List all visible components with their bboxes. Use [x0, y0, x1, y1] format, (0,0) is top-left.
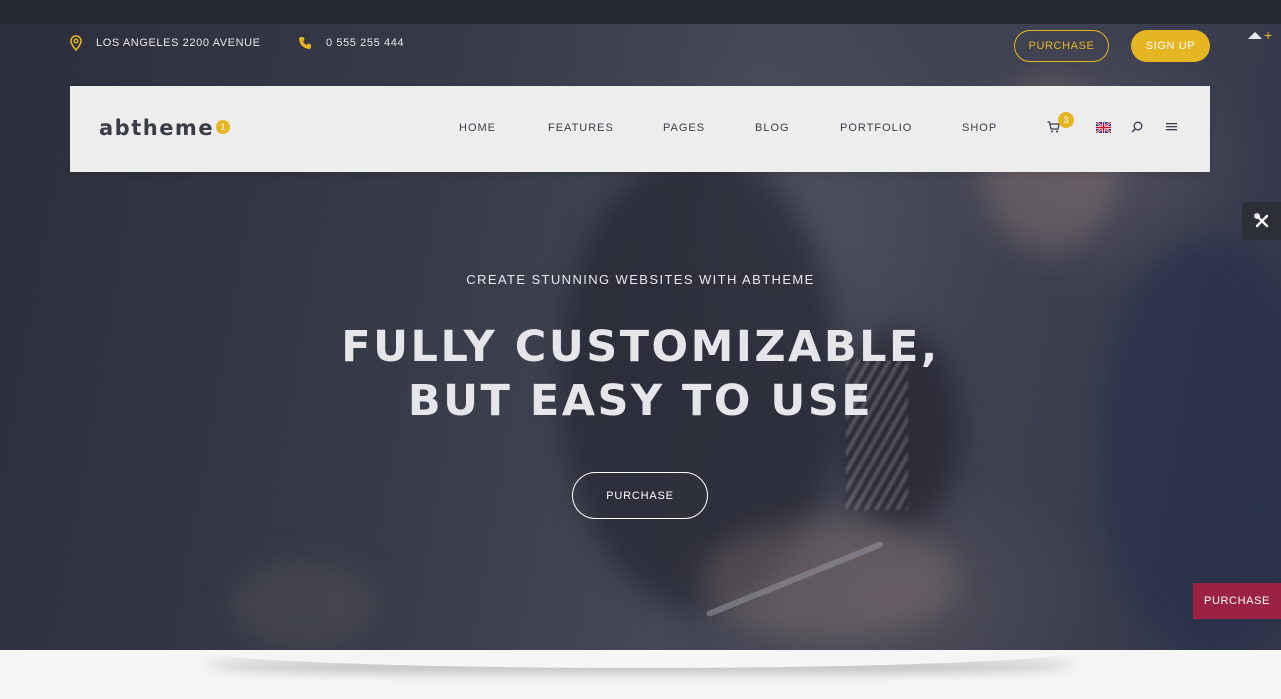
topbar-phone-text: 0 555 255 444 [326, 37, 405, 49]
logo-badge: 1 [216, 120, 230, 134]
hero-subtitle: CREATE STUNNING WEBSITES WITH ABTHEME [466, 272, 815, 287]
topbar-purchase-button[interactable]: PURCHASE [1014, 30, 1109, 62]
hamburger-menu-icon[interactable] [1166, 121, 1177, 132]
nav-item-features[interactable]: FEATURES [548, 122, 614, 134]
topbar-signup-button[interactable]: SIGN UP [1131, 30, 1210, 62]
hero-photo-shape [700, 520, 960, 640]
tools-icon[interactable] [1242, 202, 1281, 240]
nav-item-shop[interactable]: SHOP [962, 122, 997, 134]
side-purchase-button[interactable]: PURCHASE [1193, 583, 1281, 619]
topbar-address: LOS ANGELES 2200 AVENUE [70, 34, 261, 52]
topbar-phone: 0 555 255 444 [298, 34, 404, 52]
browser-top-strip [0, 0, 1281, 24]
topbar-address-text: LOS ANGELES 2200 AVENUE [96, 37, 261, 49]
hero-purchase-button[interactable]: PURCHASE [572, 472, 708, 519]
site-logo[interactable]: abtheme [99, 116, 214, 140]
main-navigation: abtheme 1 HOME FEATURES PAGES BLOG PORTF… [70, 86, 1210, 172]
phone-icon [299, 37, 311, 49]
uk-flag-icon[interactable] [1096, 122, 1111, 133]
section-divider-shadow [200, 650, 1080, 668]
corner-plus-icon[interactable]: + [1264, 28, 1272, 42]
nav-item-pages[interactable]: PAGES [663, 122, 705, 134]
nav-item-portfolio[interactable]: PORTFOLIO [840, 122, 912, 134]
map-pin-icon [70, 35, 82, 51]
next-section [0, 650, 1281, 699]
cart-count-badge: 3 [1058, 112, 1074, 128]
hero-headline-line2: BUT EASY TO USE [407, 376, 874, 426]
nav-item-blog[interactable]: BLOG [755, 122, 790, 134]
nav-item-home[interactable]: HOME [459, 122, 496, 134]
hero-headline-line1: FULLY CUSTOMIZABLE, [341, 322, 940, 372]
hero-photo-shape [230, 560, 380, 650]
search-icon[interactable] [1131, 121, 1143, 133]
